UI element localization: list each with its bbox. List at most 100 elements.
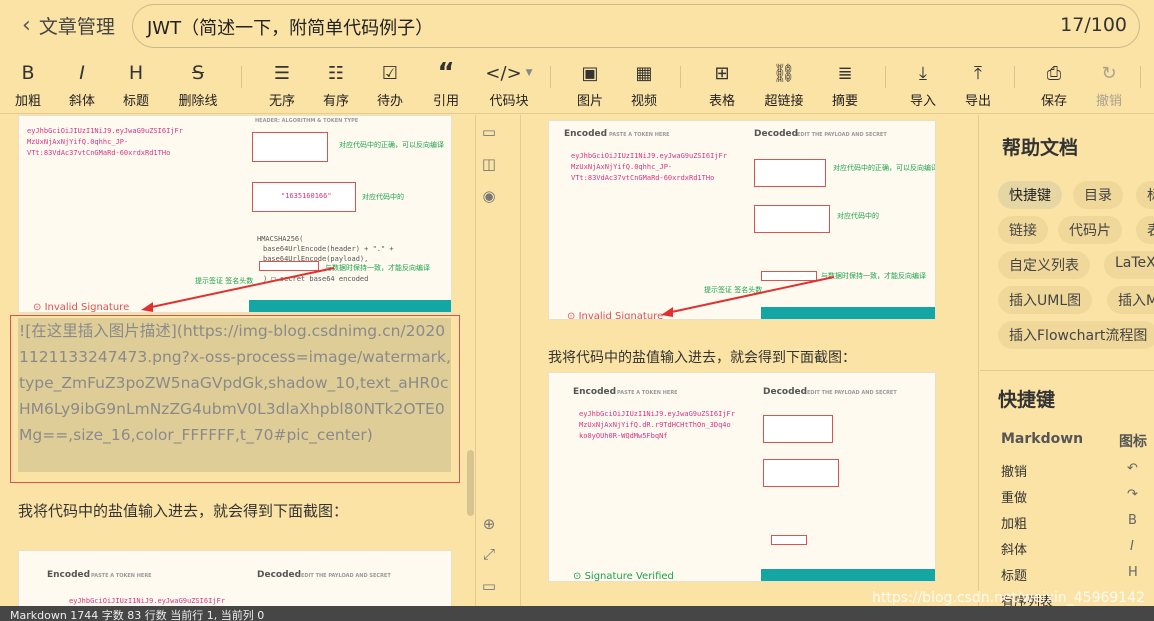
table-button[interactable]: ⊞ 表格 — [694, 56, 750, 114]
image-button[interactable]: ▣ 图片 — [562, 56, 618, 114]
chip-uml[interactable]: 插入UML图 — [998, 286, 1093, 314]
italic-button[interactable]: I 斜体 — [54, 56, 110, 114]
hyperlink-button[interactable]: ⛓ 超链接 — [756, 56, 812, 114]
locate-icon[interactable]: ⊕ — [480, 515, 498, 533]
back-button[interactable]: ‹ 文章管理 — [22, 12, 115, 39]
jwt-screenshot-image: Encoded PASTE A TOKEN HERE Decoded EDIT … — [548, 120, 936, 320]
token-line: eyJhbGciOiJIUzI1NiJ9.eyJwaG9uZSI6IjFr — [27, 127, 183, 135]
invalid-signature-text: ⊙ Invalid Signature — [567, 311, 664, 320]
video-icon: ▦ — [635, 62, 653, 84]
editor-scrollbar-thumb[interactable] — [467, 450, 474, 516]
heading-button[interactable]: H 标题 — [108, 56, 164, 114]
toolbar-divider — [680, 66, 681, 88]
monitor-icon[interactable]: ▭ — [480, 577, 498, 595]
shortcut-row: 重做 ↷ — [1001, 487, 1154, 506]
markdown-editor[interactable]: eyJhbGciOiJIUzI1NiJ9.eyJwaG9uZSI6IjFr Mz… — [0, 115, 475, 606]
shortcut-row: 标题 H — [1001, 565, 1154, 584]
decoded-sublabel: EDIT THE PAYLOAD AND SECRET — [807, 390, 897, 396]
expand-icon[interactable]: ⤢ — [480, 545, 498, 563]
chip-mermaid[interactable]: 插入M — [1107, 286, 1154, 314]
bullet-list-icon: ☰ — [273, 62, 291, 84]
import-button[interactable]: ⤓ 导入 — [895, 56, 951, 114]
undo-button[interactable]: ↻ 撤销 — [1081, 56, 1137, 114]
code-block-button[interactable]: </> ▼ 代码块 — [478, 56, 540, 114]
italic-icon: I — [79, 62, 85, 84]
decoded-heading: Decoded — [763, 387, 808, 397]
token-line: MzUxNjAxNjYifQ.0qhhc_JP- — [571, 163, 673, 171]
eye-icon[interactable]: ◉ — [480, 187, 498, 205]
chip-heading[interactable]: 标 — [1136, 181, 1154, 209]
strikethrough-button[interactable]: S 删除线 — [170, 56, 226, 114]
ordered-list-button[interactable]: ☷ 有序 — [308, 56, 364, 114]
export-button[interactable]: ⤒ 导出 — [950, 56, 1006, 114]
strikethrough-label: 删除线 — [178, 94, 218, 109]
chip-code[interactable]: 代码片 — [1058, 216, 1122, 244]
video-button[interactable]: ▦ 视频 — [616, 56, 672, 114]
shortcuts-header-row: Markdown 图标 — [1001, 431, 1154, 450]
jwt-teal-banner — [761, 307, 935, 319]
bold-icon: B — [21, 62, 35, 84]
summary-button[interactable]: ≣ 摘要 — [817, 56, 873, 114]
chip-shortcuts[interactable]: 快捷键 — [998, 181, 1062, 209]
code-block-label: 代码块 — [489, 94, 529, 109]
todo-label: 待办 — [376, 94, 403, 109]
save-button[interactable]: ⎙ 保存 — [1026, 56, 1082, 114]
numbered-list-icon: ☷ — [327, 62, 345, 84]
quote-button[interactable]: “ 引用 — [418, 56, 474, 114]
invalid-signature-text: ⊙ Invalid Signature — [33, 302, 130, 313]
split-view-icon[interactable]: ◫ — [480, 155, 498, 173]
download-icon: ⤓ — [919, 62, 927, 84]
pane-divider — [520, 115, 521, 606]
encoded-token-text: eyJhbGciOiJIUzI1NiJ9.eyJwaG9uZSI6IjFr Mz… — [579, 409, 735, 442]
summary-label: 摘要 — [831, 94, 858, 109]
bold-button[interactable]: B 加粗 — [0, 56, 56, 114]
signature-verified-label: Signature Verified — [584, 571, 674, 582]
article-title[interactable]: JWT（简述一下，附简单代码例子） — [147, 14, 1027, 40]
hyperlink-label: 超链接 — [764, 94, 804, 109]
upload-icon: ⤒ — [974, 62, 982, 84]
jwt-screenshot-image: Encoded PASTE A TOKEN HERE Decoded EDIT … — [18, 550, 452, 606]
chip-latex[interactable]: LaTeX — [1104, 251, 1154, 279]
heading-label: 标题 — [122, 94, 149, 109]
preview-side-toolbar: ▭ ◫ ◉ ⊕ ⤢ ▭ — [478, 115, 500, 606]
caret-down-icon: ▼ — [525, 68, 533, 78]
save-icon: ⎙ — [1046, 62, 1062, 84]
decoded-heading: Decoded — [754, 129, 799, 139]
link-icon: ⛓ — [772, 62, 796, 84]
header-json-box — [252, 132, 328, 162]
chip-toc[interactable]: 目录 — [1073, 181, 1123, 209]
payload-json-box — [763, 459, 839, 487]
unordered-list-button[interactable]: ☰ 无序 — [254, 56, 310, 114]
col-icon: 图标 — [1119, 434, 1147, 450]
chip-link[interactable]: 链接 — [998, 216, 1048, 244]
chip-custom-list[interactable]: 自定义列表 — [998, 251, 1090, 279]
video-label: 视频 — [630, 94, 657, 109]
chip-flowchart[interactable]: 插入Flowchart流程图 — [998, 321, 1154, 349]
header-sublabel: HEADER: ALGORITHM & TOKEN TYPE — [255, 118, 359, 124]
chip-table[interactable]: 表 — [1136, 216, 1154, 244]
csdn-watermark: https://blog.csdn.net/weixin_45969142 — [872, 590, 1146, 606]
encoded-heading: Encoded — [564, 129, 608, 139]
shortcut-row: 斜体 I — [1001, 539, 1154, 558]
image-markdown-text[interactable]: ![在这里插入图片描述](https://img-blog.csdnimg.cn… — [19, 318, 451, 448]
toolbar-divider — [1140, 66, 1141, 88]
encoded-heading: Encoded — [47, 570, 91, 580]
token-line: VTt:83VdAc37vtCnGMaRd-60xrdxRd1THo — [27, 149, 171, 157]
editor-paragraph[interactable]: 我将代码中的盐值输入进去，就会得到下面截图： — [18, 500, 348, 521]
todo-list-button[interactable]: ☑ 待办 — [362, 56, 418, 114]
redo-icon: ↷ — [1127, 487, 1138, 502]
strikethrough-icon: S — [191, 62, 205, 84]
back-label: 文章管理 — [38, 16, 115, 38]
title-field[interactable]: JWT（简述一下，附简单代码例子） 17/100 — [132, 4, 1140, 48]
bold-label: 加粗 — [14, 94, 41, 109]
italic-icon: I — [1130, 539, 1134, 554]
toolbar-divider — [550, 66, 551, 88]
encoded-heading: Encoded — [573, 387, 617, 397]
annotation-text: 对应代码中的正确，可以反向编译 — [833, 164, 936, 172]
header-json-box — [754, 159, 826, 187]
image-markdown-selection[interactable]: ![在这里插入图片描述](https://img-blog.csdnimg.cn… — [10, 315, 460, 483]
fullscreen-icon[interactable]: ▭ — [480, 123, 498, 141]
toolbar-divider — [1014, 66, 1015, 88]
token-line: eyJhbGciOiJIUzI1NiJ9.eyJwaG9uZSI6IjFr — [579, 410, 735, 418]
import-label: 导入 — [909, 94, 936, 109]
